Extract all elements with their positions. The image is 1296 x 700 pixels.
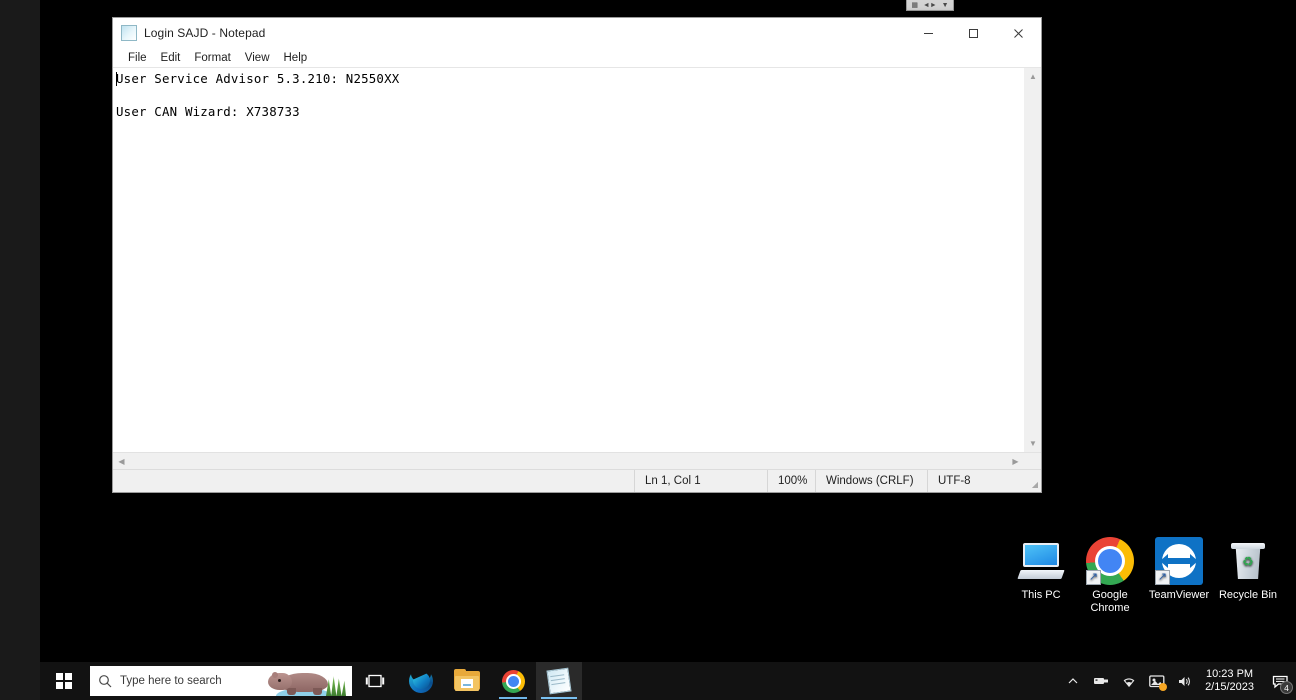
this-pc-icon [1017, 537, 1065, 585]
taskbar-app-microsoft-edge[interactable] [398, 662, 444, 700]
task-view-button[interactable] [352, 662, 398, 700]
search-icon [90, 674, 120, 688]
chevron-down-icon[interactable]: ▼ [942, 2, 949, 9]
running-indicator [499, 697, 527, 699]
clock-time: 10:23 PM [1205, 668, 1254, 680]
file-explorer-icon [454, 668, 480, 692]
horizontal-scrollbar-row[interactable]: ◀ ▶ [113, 452, 1041, 470]
taskbar-app-notepad[interactable] [536, 662, 582, 700]
resize-icon[interactable]: ◄► [923, 2, 937, 9]
taskbar-app-google-chrome[interactable] [490, 662, 536, 700]
taskbar-app-file-explorer[interactable] [444, 662, 490, 700]
cursor-position: Ln 1, Col 1 [634, 470, 767, 492]
notepad-titlebar[interactable]: Login SAJD - Notepad [113, 18, 1041, 48]
taskbar[interactable]: Type here to search 10:23 PM 2/15/2023 4 [40, 662, 1296, 700]
menu-item-view[interactable]: View [238, 51, 277, 65]
desktop-icon-label-2: Chrome [1090, 602, 1130, 614]
desktop-icon-label: TeamViewer [1148, 589, 1210, 601]
teamviewer-icon: ↗ [1155, 537, 1203, 585]
scroll-right-icon[interactable]: ▶ [1007, 453, 1024, 470]
document-line: User CAN Wizard: X738733 [116, 103, 300, 119]
text-caret [116, 72, 117, 86]
notification-dot [1159, 683, 1168, 691]
grid-icon[interactable]: ▦ [911, 2, 918, 9]
editor-area[interactable]: User Service Advisor 5.3.210: N2550XX Us… [113, 68, 1041, 452]
desktop-icon-label: This PC [1021, 589, 1061, 601]
text-input[interactable]: User Service Advisor 5.3.210: N2550XX Us… [113, 68, 1024, 452]
statusbar-spacer [113, 470, 634, 492]
remote-control-toolbar[interactable]: ▦ ◄► ▼ [906, 0, 954, 11]
notepad-window[interactable]: Login SAJD - Notepad File Edit Format Vi… [112, 17, 1042, 493]
chrome-icon: ↗ [1086, 537, 1134, 585]
system-tray[interactable]: 10:23 PM 2/15/2023 4 [1059, 662, 1296, 700]
notepad-icon [546, 667, 572, 695]
desktop-icon-label: Google [1092, 589, 1128, 601]
desktop-icon-google-chrome[interactable]: ↗ Google Chrome [1072, 537, 1148, 615]
horizontal-scrollbar[interactable]: ◀ ▶ [113, 453, 1024, 469]
windows-logo-icon [56, 673, 72, 689]
close-button[interactable] [996, 18, 1041, 48]
vertical-scrollbar[interactable]: ▲ ▼ [1024, 68, 1041, 452]
edge-icon [409, 666, 433, 693]
chevron-up-icon[interactable] [1059, 662, 1087, 700]
notepad-icon [121, 25, 137, 41]
line-ending[interactable]: Windows (CRLF) [815, 470, 927, 492]
encoding[interactable]: UTF-8 [927, 470, 1023, 492]
search-input[interactable]: Type here to search [90, 666, 352, 696]
maximize-button[interactable] [951, 18, 996, 48]
notepad-statusbar: Ln 1, Col 1 100% Windows (CRLF) UTF-8 ◢ [113, 469, 1041, 492]
desktop[interactable]: ▦ ◄► ▼ Login SAJD - Notepad File Edit Fo… [40, 0, 1296, 700]
scroll-up-icon[interactable]: ▲ [1025, 68, 1042, 85]
scrollbar-corner [1024, 453, 1041, 470]
wifi-icon[interactable] [1115, 662, 1143, 700]
action-center-button[interactable]: 4 [1264, 662, 1296, 700]
desktop-icon-label: Recycle Bin [1218, 589, 1278, 601]
display-icon[interactable] [1143, 662, 1171, 700]
menu-item-help[interactable]: Help [277, 51, 315, 65]
clock-date: 2/15/2023 [1205, 681, 1254, 693]
task-view-icon [365, 674, 385, 688]
volume-icon[interactable] [1171, 662, 1199, 700]
notification-badge: 4 [1280, 681, 1293, 694]
minimize-button[interactable] [906, 18, 951, 48]
menu-item-file[interactable]: File [121, 51, 154, 65]
menu-item-format[interactable]: Format [187, 51, 237, 65]
active-indicator [541, 697, 577, 699]
resize-grip-icon[interactable]: ◢ [1023, 470, 1041, 492]
outer-frame-strip [0, 0, 40, 700]
menu-item-edit[interactable]: Edit [154, 51, 188, 65]
shortcut-arrow-icon: ↗ [1086, 570, 1101, 585]
scroll-down-icon[interactable]: ▼ [1025, 435, 1042, 452]
remote-toolbar-shadow [906, 11, 954, 14]
scroll-left-icon[interactable]: ◀ [113, 453, 130, 470]
removable-device-icon[interactable] [1087, 662, 1115, 700]
desktop-icon-recycle-bin[interactable]: ♻ Recycle Bin [1210, 537, 1286, 602]
clock[interactable]: 10:23 PM 2/15/2023 [1199, 668, 1264, 694]
start-button[interactable] [40, 662, 88, 700]
notepad-menubar[interactable]: File Edit Format View Help [113, 48, 1041, 68]
chrome-icon [501, 669, 525, 693]
desktop-icon-this-pc[interactable]: This PC [1003, 537, 1079, 602]
shortcut-arrow-icon: ↗ [1155, 570, 1170, 585]
document-line: User Service Advisor 5.3.210: N2550XX [116, 71, 400, 86]
recycle-bin-icon: ♻ [1224, 537, 1272, 585]
hippo-illustration [266, 666, 352, 696]
desktop-icon-teamviewer[interactable]: ↗ TeamViewer [1141, 537, 1217, 602]
window-title: Login SAJD - Notepad [144, 26, 266, 40]
zoom-level[interactable]: 100% [767, 470, 815, 492]
